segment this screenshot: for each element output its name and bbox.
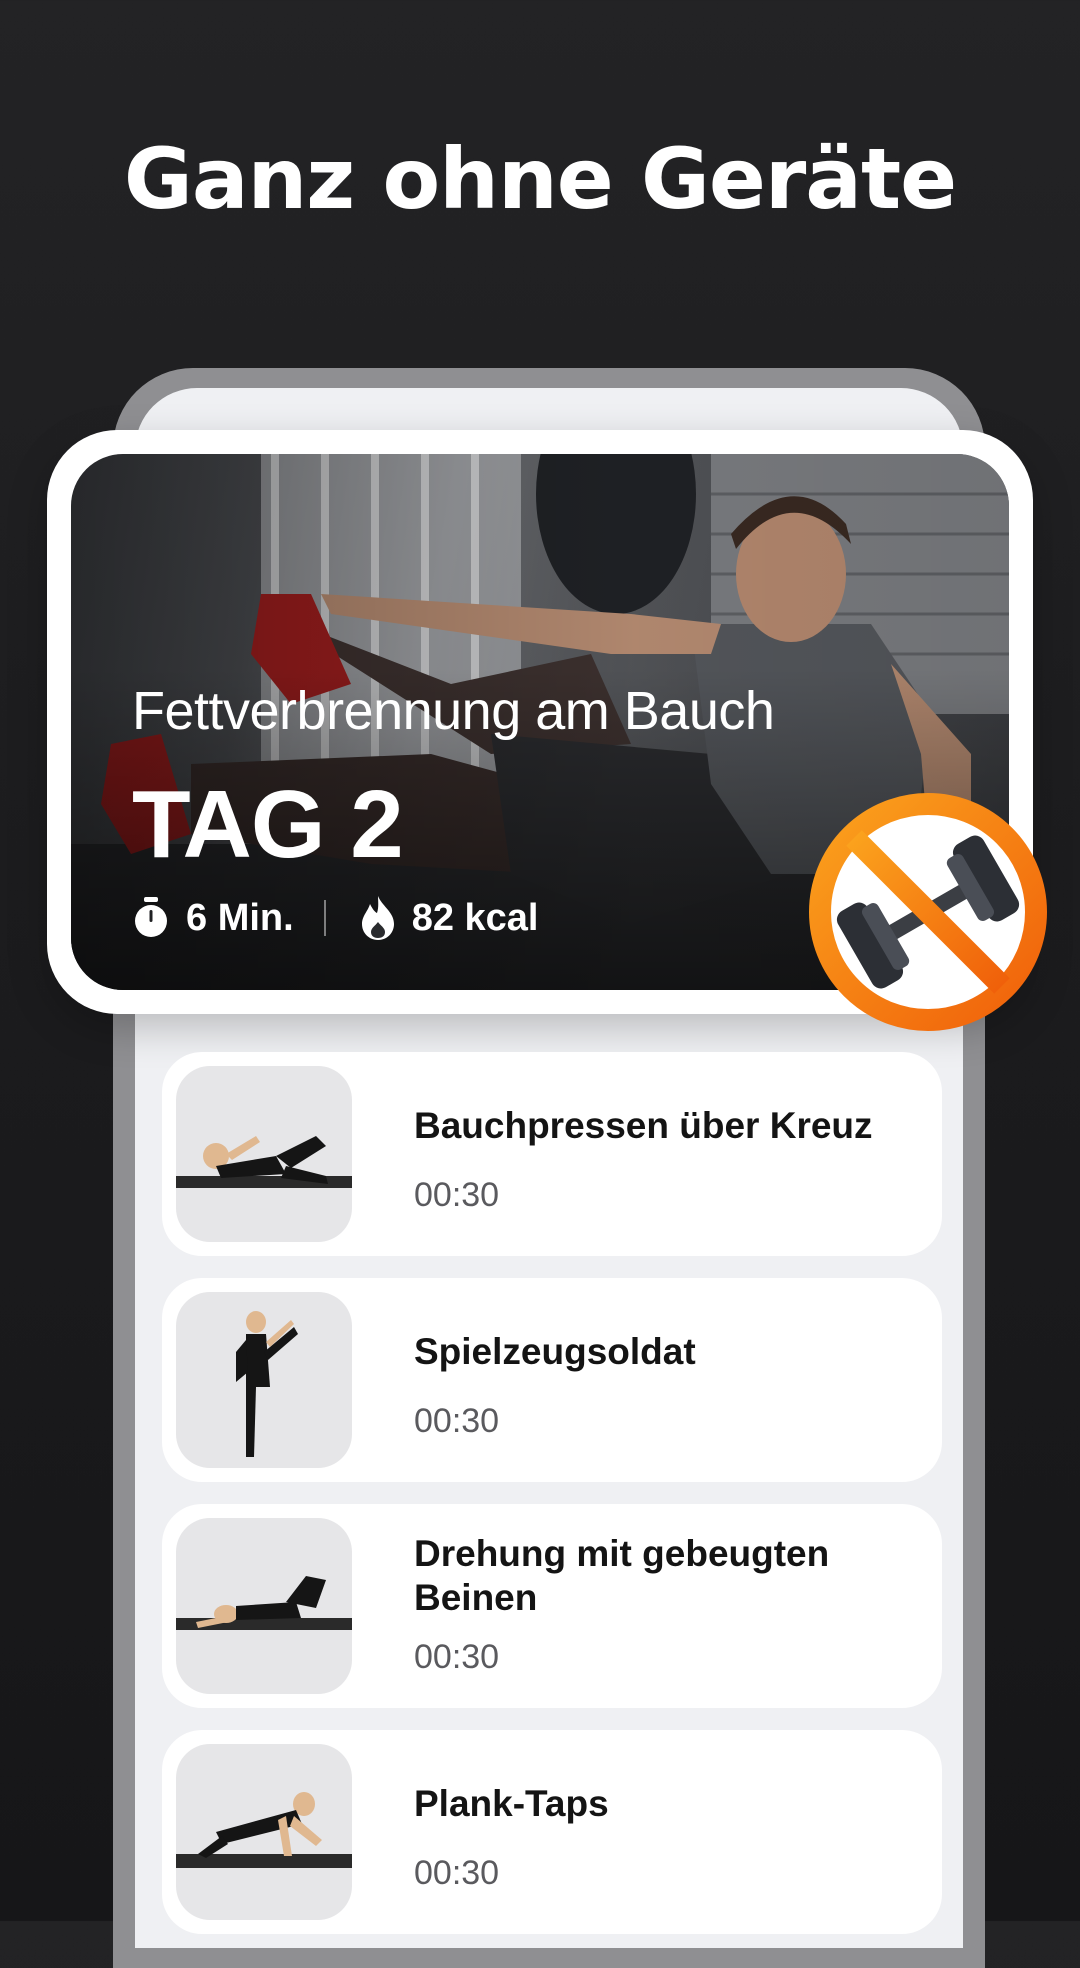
duration-stat: 6 Min.	[132, 897, 294, 940]
flame-icon	[361, 896, 394, 940]
exercise-item[interactable]: Drehung mit gebeugten Beinen 00:30	[162, 1504, 942, 1708]
exercise-name: Drehung mit gebeugten Beinen	[414, 1533, 830, 1618]
no-equipment-badge	[806, 790, 1050, 1034]
calories-value: 82 kcal	[411, 896, 539, 939]
exercise-item[interactable]: Plank-Taps 00:30	[162, 1730, 942, 1934]
exercise-thumbnail	[176, 1518, 352, 1694]
exercise-duration: 00:30	[414, 1176, 500, 1214]
exercise-name: Plank-Taps	[414, 1783, 609, 1824]
exercise-duration: 00:30	[414, 1854, 500, 1892]
duration-value: 6 Min.	[186, 896, 294, 939]
no-dumbbell-icon	[809, 793, 1047, 1031]
exercise-thumbnail	[176, 1066, 352, 1242]
plank-tap-figure-image	[176, 1792, 352, 1868]
exercise-thumbnail	[176, 1292, 352, 1468]
stopwatch-icon	[135, 897, 167, 937]
workout-subtitle: Fettverbrennung am Bauch	[132, 681, 775, 741]
calories-stat: 82 kcal	[360, 896, 539, 940]
exercise-thumbnail	[176, 1744, 352, 1920]
exercise-name: Bauchpressen über Kreuz	[414, 1105, 873, 1146]
bent-leg-twist-figure-image	[176, 1576, 352, 1630]
exercise-duration: 00:30	[414, 1402, 500, 1440]
toy-soldier-figure-image	[236, 1311, 298, 1457]
exercise-name: Spielzeugsoldat	[414, 1331, 696, 1372]
exercise-duration: 00:30	[414, 1638, 500, 1676]
workout-day-title: TAG 2	[132, 771, 404, 878]
crunch-figure-image	[176, 1136, 352, 1188]
exercise-item[interactable]: Bauchpressen über Kreuz 00:30	[162, 1052, 942, 1256]
workout-stats: 6 Min. 82 kcal	[132, 892, 538, 944]
stats-divider	[323, 900, 326, 936]
page-headline: Ganz ohne Geräte	[123, 130, 957, 228]
exercise-item[interactable]: Spielzeugsoldat 00:30	[162, 1278, 942, 1482]
